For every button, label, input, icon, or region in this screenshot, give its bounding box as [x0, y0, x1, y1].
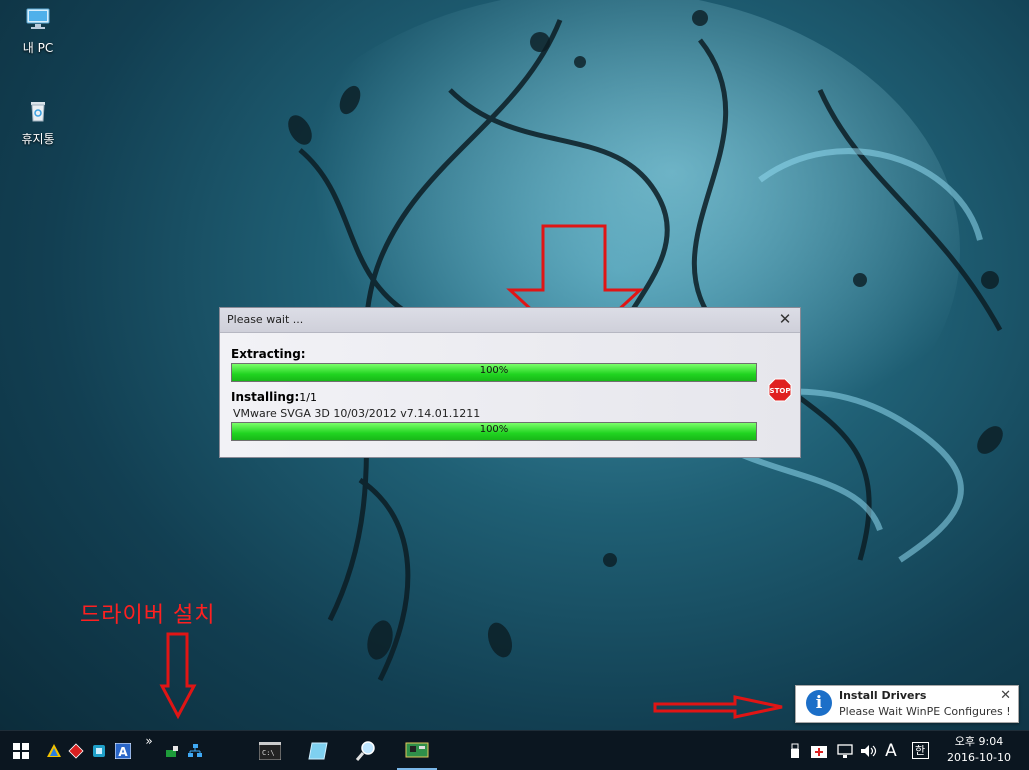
tray-first-aid[interactable] — [808, 731, 830, 770]
installing-status: Installing:1/1 — [231, 390, 317, 404]
dialog-body: Extracting: 100% Installing:1/1 VMware S… — [220, 333, 800, 457]
driver-board-icon — [405, 742, 429, 757]
clock-time: 오후 9:04 — [954, 735, 1004, 748]
extract-progress-text: 100% — [479, 365, 509, 376]
quicklaunch-triangle-app[interactable] — [44, 731, 64, 770]
tray-language[interactable]: 한 — [909, 731, 931, 770]
desktop-icon-this-pc[interactable]: 내 PC — [8, 5, 68, 56]
volume-icon — [861, 744, 877, 757]
font-a-app-icon: A — [115, 742, 131, 759]
quicklaunch-font-a-app[interactable]: A — [112, 731, 134, 770]
toast-message: Please Wait WinPE Configures !... — [839, 705, 1009, 718]
first-aid-icon — [811, 745, 827, 758]
svg-text:A: A — [118, 745, 128, 759]
info-icon: i — [806, 690, 832, 716]
taskbar-notepad[interactable] — [301, 731, 335, 770]
network-icon — [837, 743, 853, 758]
stop-label: STOP — [770, 387, 791, 395]
taskbar-driver-board[interactable] — [397, 731, 437, 770]
tray-usb[interactable] — [786, 731, 804, 770]
tray-clock[interactable]: 오후 9:04 2016-10-10 — [939, 734, 1019, 766]
svg-text:C:\: C:\ — [262, 749, 275, 757]
dialog-titlebar[interactable]: Please wait ... ✕ — [220, 308, 800, 333]
stop-button[interactable]: STOP — [768, 378, 792, 402]
toast-title: Install Drivers — [839, 689, 927, 702]
stop-sign-icon: STOP — [768, 378, 792, 402]
taskbar-cmd[interactable]: C:\ — [253, 731, 287, 770]
dialog-title: Please wait ... — [227, 313, 304, 326]
usb-icon — [791, 743, 799, 758]
quicklaunch-cube-app[interactable] — [89, 731, 109, 770]
driver-name-line: VMware SVGA 3D 10/03/2012 v7.14.01.1211 — [233, 407, 481, 420]
extracting-label: Extracting: — [231, 347, 306, 361]
tray-volume[interactable] — [858, 731, 880, 770]
notepad-icon — [308, 742, 328, 759]
install-progress-text: 100% — [479, 424, 509, 435]
extract-progress-bar: 100% — [231, 363, 757, 382]
quicklaunch-red-diamond-app[interactable] — [66, 731, 86, 770]
installing-count: 1/1 — [299, 391, 317, 404]
toast-close-button[interactable]: ✕ — [1000, 688, 1011, 703]
tray-network[interactable] — [834, 731, 856, 770]
clock-date: 2016-10-10 — [947, 751, 1011, 764]
desktop-icon-recycle-bin[interactable]: 휴지통 — [8, 96, 68, 147]
red-diamond-app-icon — [68, 742, 84, 759]
annotation-text: 드라이버 설치 — [80, 603, 216, 628]
windows-start-icon — [13, 742, 29, 759]
language-indicator: 한 — [911, 742, 929, 759]
cube-app-icon — [93, 744, 105, 757]
network-topology-icon — [188, 743, 202, 757]
triangle-app-icon — [47, 743, 61, 757]
installing-label: Installing: — [231, 390, 300, 404]
recycle-bin-icon — [8, 96, 68, 127]
quicklaunch-overflow-button[interactable]: » — [142, 731, 156, 751]
desktop-icon-label: 내 PC — [22, 41, 54, 55]
computer-icon — [8, 5, 68, 36]
search-magnifier-icon — [355, 740, 375, 761]
taskbar-search[interactable] — [349, 731, 383, 770]
driver-install-icon — [166, 745, 178, 757]
install-progress-bar: 100% — [231, 422, 757, 441]
desktop-icon-label: 휴지통 — [21, 132, 55, 146]
please-wait-dialog: Please wait ... ✕ Extracting: 100% Insta… — [219, 307, 801, 458]
cmd-icon: C:\ — [259, 741, 281, 760]
dialog-close-button[interactable]: ✕ — [775, 310, 795, 328]
tray-driver-install-app[interactable] — [162, 731, 182, 770]
notification-toast[interactable]: i Install Drivers Please Wait WinPE Conf… — [795, 685, 1019, 723]
tray-network-app[interactable] — [185, 731, 205, 770]
tray-ime-mode[interactable]: A — [882, 731, 900, 770]
taskbar: A » C:\ A 한 오후 9:04 2016-10-10 — [0, 730, 1029, 770]
start-button[interactable] — [8, 731, 34, 770]
